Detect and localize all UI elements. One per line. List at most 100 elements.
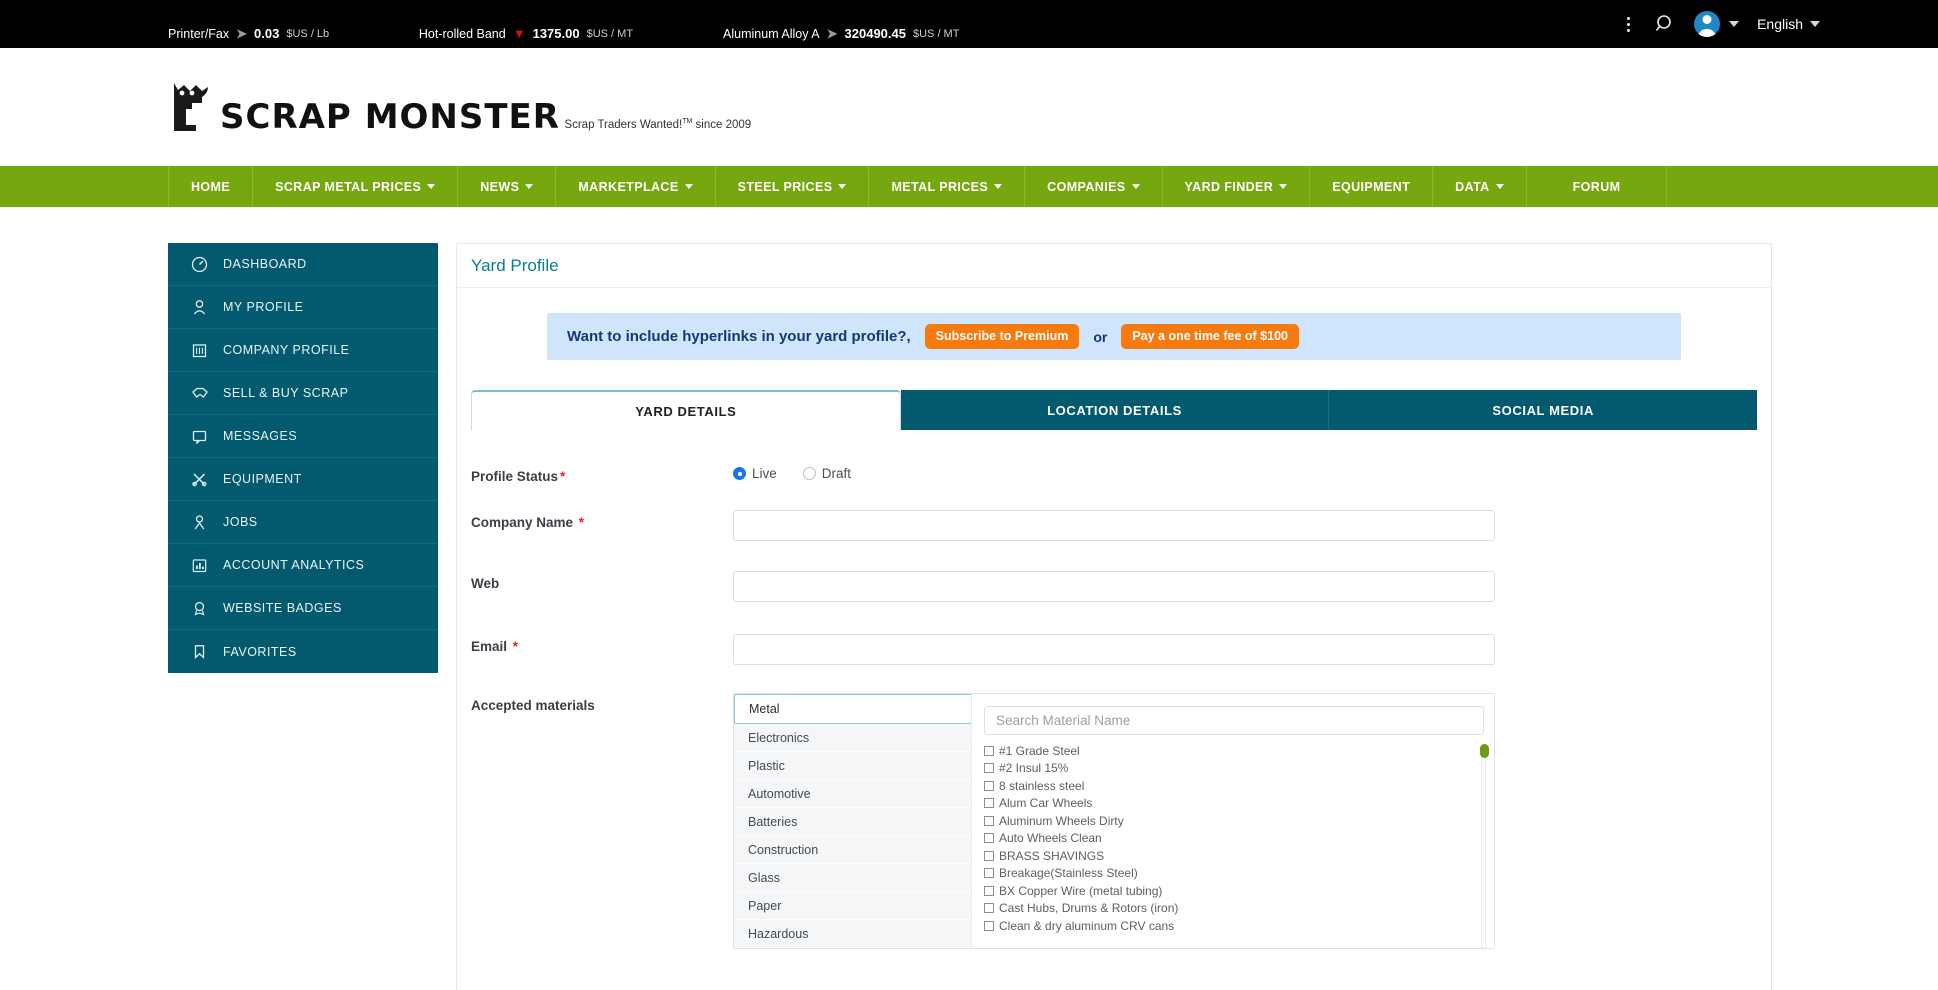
nav-item-companies[interactable]: COMPANIES [1024, 166, 1161, 207]
checkbox[interactable] [984, 886, 994, 896]
checkbox[interactable] [984, 921, 994, 931]
accepted-materials-widget: Metal Electronics Plastic Automotive Bat… [733, 693, 1495, 949]
material-item[interactable]: Cast Hubs, Drums & Rotors (iron) [984, 900, 1484, 918]
material-item[interactable]: Clean & dry aluminum CRV cans [984, 917, 1484, 935]
sidebar-item-my-profile[interactable]: MY PROFILE [168, 286, 438, 329]
radio-indicator [733, 467, 746, 480]
user-icon [190, 298, 209, 317]
nav-item-home[interactable]: HOME [168, 166, 252, 207]
required-marker: * [560, 469, 565, 484]
banner-text: Want to include hyperlinks in your yard … [567, 328, 911, 345]
tab-social-media[interactable]: SOCIAL MEDIA [1329, 390, 1757, 430]
tab-location-details[interactable]: LOCATION DETAILS [901, 390, 1330, 430]
chevron-down-icon [1810, 21, 1820, 27]
nav-item-metal-prices[interactable]: METAL PRICES [868, 166, 1024, 207]
bar-chart-icon [190, 556, 209, 575]
material-label: Cast Hubs, Drums & Rotors (iron) [999, 901, 1178, 915]
checkbox[interactable] [984, 798, 994, 808]
material-category-plastic[interactable]: Plastic [734, 752, 971, 780]
nav-item-news[interactable]: NEWS [457, 166, 555, 207]
checkbox[interactable] [984, 868, 994, 878]
sidebar-item-dashboard[interactable]: DASHBOARD [168, 243, 438, 286]
material-item[interactable]: #1 Grade Steel [984, 742, 1484, 760]
material-item[interactable]: Auto Wheels Clean [984, 830, 1484, 848]
nav-label: MARKETPLACE [578, 180, 678, 194]
company-name-input[interactable] [733, 510, 1495, 541]
account-menu[interactable] [1694, 11, 1739, 37]
material-item[interactable]: Alum Car Wheels [984, 795, 1484, 813]
checkbox[interactable] [984, 833, 994, 843]
logo-wordmark: SCRAP MONSTER [220, 97, 560, 137]
ticker-value: 1375.00 [533, 26, 580, 42]
sidebar-item-website-badges[interactable]: WEBSITE BADGES [168, 587, 438, 630]
material-category-metal[interactable]: Metal [734, 694, 971, 724]
ticker-title: METAL PRICES [723, 6, 959, 24]
form-row-web: Web [471, 571, 1757, 602]
material-label: BRASS SHAVINGS [999, 849, 1104, 863]
sidebar-item-equipment[interactable]: EQUIPMENT [168, 458, 438, 501]
trend-up-icon: ➤ [236, 26, 247, 42]
nav-item-data[interactable]: DATA [1432, 166, 1525, 207]
nav-item-steel-prices[interactable]: STEEL PRICES [715, 166, 869, 207]
checkbox[interactable] [984, 746, 994, 756]
trend-down-icon: ▼ [513, 26, 526, 42]
more-options-icon[interactable] [1621, 13, 1636, 36]
checkbox[interactable] [984, 816, 994, 826]
radio-profile-status-live[interactable]: Live [733, 466, 777, 481]
sidebar-item-account-analytics[interactable]: ACCOUNT ANALYTICS [168, 544, 438, 587]
sidebar-item-label: JOBS [223, 515, 258, 529]
sidebar-item-label: EQUIPMENT [223, 472, 302, 486]
handshake-icon [190, 384, 209, 403]
chevron-down-icon [1132, 184, 1140, 189]
web-input[interactable] [733, 571, 1495, 602]
checkbox[interactable] [984, 851, 994, 861]
material-list-scrollbar[interactable] [1481, 744, 1486, 948]
premium-upsell-banner: Want to include hyperlinks in your yard … [547, 313, 1681, 360]
pay-one-time-fee-button[interactable]: Pay a one time fee of $100 [1121, 324, 1299, 349]
email-input[interactable] [733, 634, 1495, 665]
category-label: Plastic [748, 759, 785, 773]
material-category-paper[interactable]: Paper [734, 892, 971, 920]
ticker-group-steel: STEEL PRICES Hot-rolled Band ▼ 1375.00 $… [419, 6, 633, 42]
material-item[interactable]: BX Copper Wire (metal tubing) [984, 882, 1484, 900]
form-row-profile-status: Profile Status* Live Draft [471, 464, 1757, 484]
sidebar-item-sell-buy-scrap[interactable]: SELL & BUY SCRAP [168, 372, 438, 415]
logo-tagline: Scrap Traders Wanted!TM since 2009 [564, 119, 751, 131]
category-label: Paper [748, 899, 781, 913]
checkbox[interactable] [984, 781, 994, 791]
material-item[interactable]: #2 Insul 15% [984, 760, 1484, 778]
site-logo[interactable]: SCRAP MONSTER Scrap Traders Wanted!TM si… [168, 79, 751, 135]
chat-icon [190, 427, 209, 446]
material-item[interactable]: Breakage(Stainless Steel) [984, 865, 1484, 883]
checkbox[interactable] [984, 763, 994, 773]
tab-yard-details[interactable]: YARD DETAILS [471, 390, 901, 430]
nav-item-equipment[interactable]: EQUIPMENT [1309, 166, 1432, 207]
material-category-hazardous[interactable]: Hazardous [734, 920, 971, 948]
material-category-batteries[interactable]: Batteries [734, 808, 971, 836]
sidebar-item-favorites[interactable]: FAVORITES [168, 630, 438, 673]
material-category-electronics[interactable]: Electronics [734, 724, 971, 752]
radio-profile-status-draft[interactable]: Draft [803, 466, 851, 481]
checkbox[interactable] [984, 903, 994, 913]
nav-item-forum[interactable]: FORUM [1526, 166, 1668, 207]
material-category-glass[interactable]: Glass [734, 864, 971, 892]
scrollbar-thumb[interactable] [1480, 744, 1489, 758]
language-selector[interactable]: English [1757, 16, 1820, 32]
material-item[interactable]: BRASS SHAVINGS [984, 847, 1484, 865]
sidebar-item-messages[interactable]: MESSAGES [168, 415, 438, 458]
sidebar-item-jobs[interactable]: JOBS [168, 501, 438, 544]
material-item[interactable]: Aluminum Wheels Dirty [984, 812, 1484, 830]
nav-item-scrap-metal-prices[interactable]: SCRAP METAL PRICES [252, 166, 457, 207]
search-icon[interactable] [1654, 13, 1676, 35]
material-search-input[interactable] [984, 706, 1484, 735]
nav-item-marketplace[interactable]: MARKETPLACE [555, 166, 714, 207]
material-item[interactable]: 8 stainless steel [984, 777, 1484, 795]
material-category-automotive[interactable]: Automotive [734, 780, 971, 808]
subscribe-to-premium-button[interactable]: Subscribe to Premium [925, 324, 1080, 349]
material-category-construction[interactable]: Construction [734, 836, 971, 864]
chevron-down-icon [427, 184, 435, 189]
nav-item-yard-finder[interactable]: YARD FINDER [1162, 166, 1310, 207]
form-row-company-name: Company Name * [471, 510, 1757, 541]
tools-icon [190, 470, 209, 489]
sidebar-item-company-profile[interactable]: COMPANY PROFILE [168, 329, 438, 372]
